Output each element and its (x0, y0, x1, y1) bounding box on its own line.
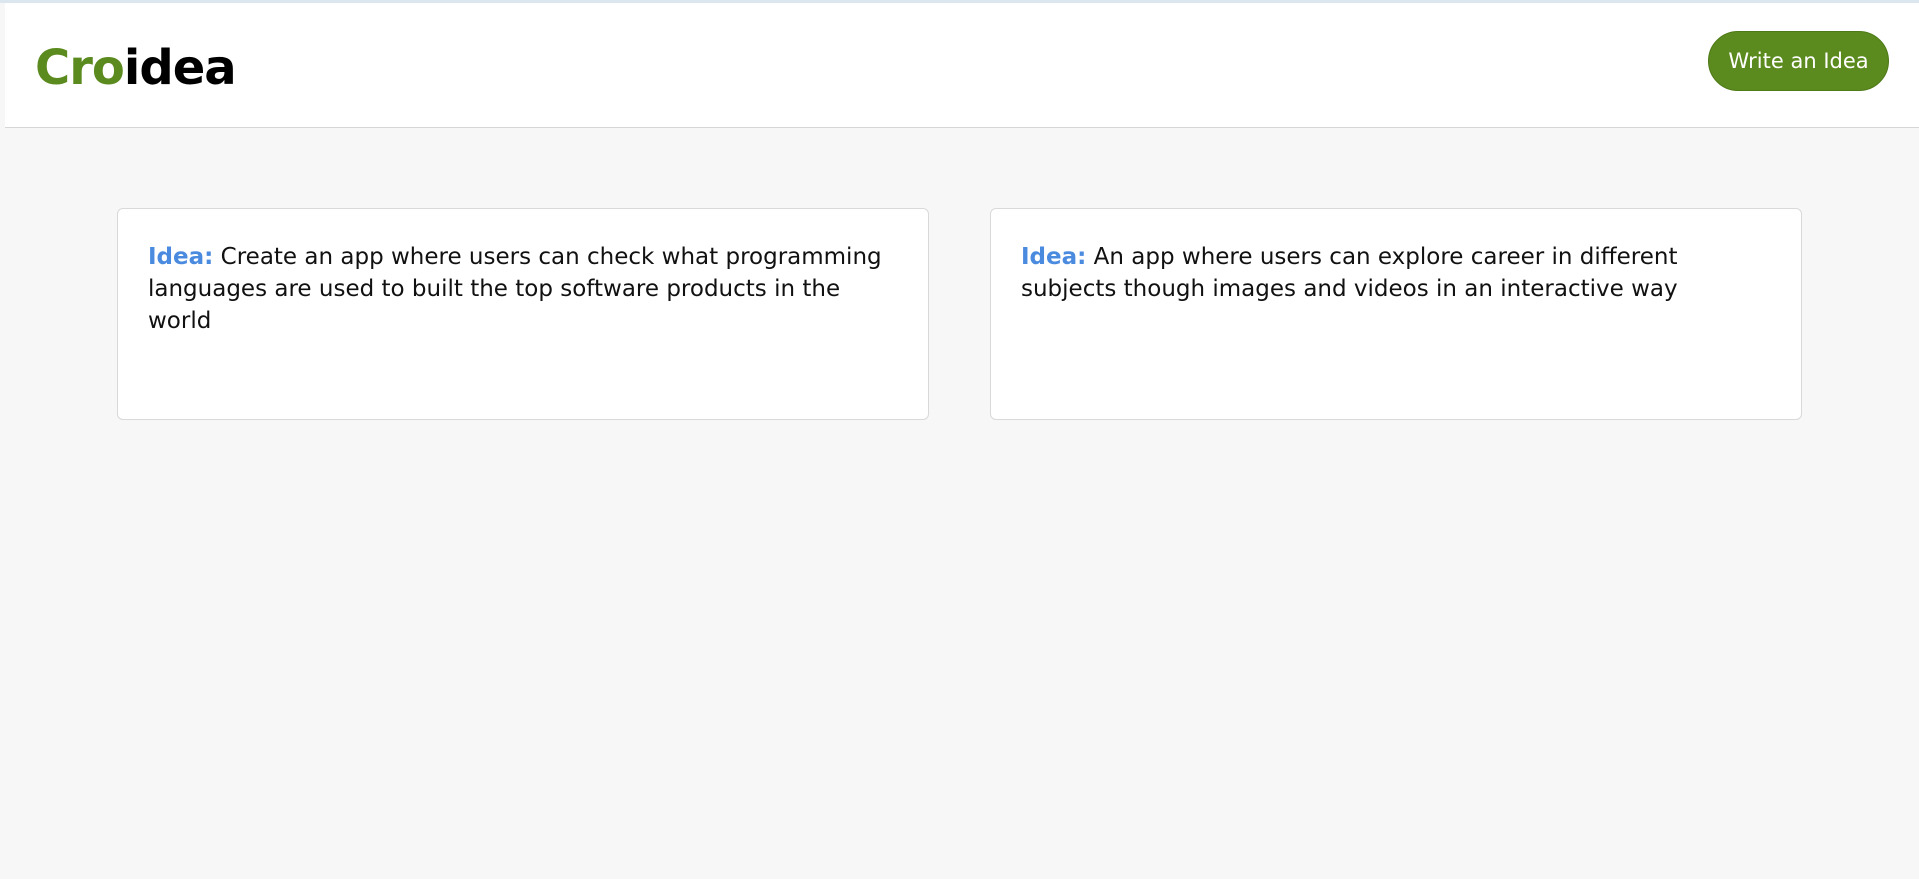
idea-card[interactable]: Idea: An app where users can explore car… (990, 208, 1802, 420)
idea-text: An app where users can explore career in… (1021, 244, 1678, 302)
header: Croidea Write an Idea (5, 3, 1919, 128)
idea-list: Idea: Create an app where users can chec… (117, 208, 1802, 420)
idea-label: Idea: (1021, 244, 1087, 270)
logo-part-cro: Cro (35, 40, 125, 96)
idea-card-content: Idea: An app where users can explore car… (1021, 241, 1771, 305)
idea-text: Create an app where users can check what… (148, 244, 882, 334)
idea-label: Idea: (148, 244, 214, 270)
logo-part-idea: idea (123, 40, 237, 96)
page: Croidea Write an Idea Idea: Create an ap… (0, 0, 1919, 879)
write-idea-button[interactable]: Write an Idea (1708, 31, 1889, 91)
idea-card-content: Idea: Create an app where users can chec… (148, 241, 898, 337)
logo[interactable]: Croidea (35, 39, 237, 97)
idea-card[interactable]: Idea: Create an app where users can chec… (117, 208, 929, 420)
